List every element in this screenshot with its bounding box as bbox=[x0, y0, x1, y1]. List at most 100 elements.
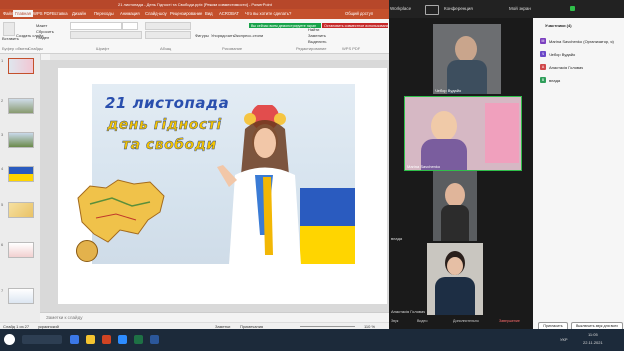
girl-photo bbox=[217, 105, 301, 265]
section-button[interactable]: Раздел bbox=[36, 35, 49, 40]
clock-date[interactable]: 22.11.2021 bbox=[583, 340, 603, 345]
explorer-icon[interactable] bbox=[86, 335, 95, 344]
participant-face bbox=[455, 36, 477, 62]
slide-thumbnails-pane[interactable]: 1 2 3 4 5 6 7 bbox=[0, 54, 41, 329]
clock-time[interactable]: 11:05 bbox=[588, 332, 598, 337]
participants-panel: Участники (4) M Marina Savchenko (Органи… bbox=[533, 18, 624, 329]
participant-face bbox=[431, 111, 457, 141]
ukraine-map-illustration bbox=[77, 179, 165, 243]
language-indicator[interactable]: УКР bbox=[560, 337, 568, 342]
tile-name-outside: Анастасія Головач bbox=[391, 309, 426, 314]
share-button[interactable]: Общий доступ bbox=[345, 11, 373, 16]
zoom-icon[interactable] bbox=[118, 335, 127, 344]
tab-insert[interactable]: Вставка bbox=[52, 11, 68, 16]
wps-group-label: WPS PDF bbox=[342, 46, 361, 51]
slide-title-line3: та свободи bbox=[122, 137, 217, 153]
tell-me-input[interactable]: Что вы хотите сделать? bbox=[245, 11, 291, 16]
tab-view[interactable]: Вид bbox=[205, 11, 213, 16]
tab-home[interactable]: Главная bbox=[13, 10, 33, 17]
font-format-buttons[interactable] bbox=[70, 31, 142, 39]
tab-animation[interactable]: Анимация bbox=[120, 11, 140, 16]
thumb-number: 2 bbox=[1, 98, 4, 103]
audio-button[interactable]: Звук bbox=[391, 319, 398, 323]
participant-name[interactable]: Marina Savchenko (Организатор, я) bbox=[549, 39, 614, 44]
layout-button[interactable]: Макет bbox=[36, 23, 47, 28]
thumb-number: 1 bbox=[1, 58, 4, 63]
tab-transitions[interactable]: Переходы bbox=[94, 11, 114, 16]
video-tile[interactable] bbox=[433, 171, 477, 241]
participant-face bbox=[447, 257, 463, 275]
zoom-top-bar: Workplace Конференция Мой экран bbox=[389, 0, 624, 18]
tab-acrobat[interactable]: ACROBAT bbox=[219, 11, 239, 16]
tile-name-outside: влада bbox=[391, 236, 403, 241]
slide-thumbnail[interactable] bbox=[8, 58, 34, 74]
browser-icon[interactable] bbox=[70, 335, 79, 344]
participant-name[interactable]: Анастасія Головач bbox=[549, 65, 583, 70]
replace-button[interactable]: Заменить bbox=[308, 33, 326, 38]
avatar: В bbox=[540, 77, 546, 83]
participants-title: Участники (4) bbox=[545, 23, 572, 28]
video-tile[interactable]: Чебор Вудайо bbox=[433, 24, 501, 94]
tab-slideshow[interactable]: Слайд-шоу bbox=[145, 11, 167, 16]
thumb-number: 6 bbox=[1, 242, 4, 247]
thumb-number: 3 bbox=[1, 132, 4, 137]
participant-face bbox=[445, 183, 465, 207]
tile-name: Marina Savchenko bbox=[407, 164, 441, 169]
background-wall bbox=[485, 103, 519, 163]
video-tile[interactable] bbox=[427, 243, 483, 315]
tab-review[interactable]: Рецензирование bbox=[170, 11, 202, 16]
powerpoint-title-bar: 21 листопада - День Гідності та Свободи.… bbox=[0, 0, 389, 9]
excel-icon[interactable] bbox=[134, 335, 143, 344]
more-button[interactable]: Дополнительно bbox=[453, 319, 479, 323]
font-group-label: Шрифт bbox=[96, 46, 110, 51]
slide-thumbnail[interactable] bbox=[8, 242, 34, 258]
tab-file[interactable]: Файл bbox=[3, 11, 13, 16]
slide-thumbnail[interactable] bbox=[8, 132, 34, 148]
arrange-button[interactable]: Упорядочить bbox=[211, 33, 235, 38]
participant-name[interactable]: влада bbox=[549, 78, 560, 83]
notes-placeholder: Заметки к слайду bbox=[46, 315, 83, 320]
screen-share-banner: Вы сейчас всем демонстрируете экран bbox=[249, 23, 321, 28]
word-icon[interactable] bbox=[150, 335, 159, 344]
paste-icon[interactable] bbox=[3, 22, 15, 36]
reset-button[interactable]: Сбросить bbox=[36, 29, 54, 34]
video-tile-active-speaker[interactable]: Marina Savchenko bbox=[404, 96, 522, 171]
end-button[interactable]: Завершение bbox=[499, 319, 520, 323]
select-button[interactable]: Выделить bbox=[308, 39, 326, 44]
tab-design[interactable]: Дизайн bbox=[72, 11, 86, 16]
zoom-brand: Workplace bbox=[390, 6, 412, 11]
font-family-select[interactable] bbox=[70, 22, 122, 30]
start-icon[interactable] bbox=[4, 334, 15, 345]
ribbon-tabs: Файл Главная WPS PDF Вставка Дизайн Пере… bbox=[0, 9, 389, 19]
thumb-number: 7 bbox=[1, 288, 4, 293]
drawing-group-label: Рисование bbox=[222, 46, 243, 51]
search-box[interactable] bbox=[22, 335, 62, 344]
slide-thumbnail[interactable] bbox=[8, 288, 34, 304]
font-size-select[interactable] bbox=[122, 22, 138, 30]
stop-share-button[interactable]: Остановить совместное использование bbox=[322, 23, 390, 28]
clipboard-group-label: Буфер обмена bbox=[2, 46, 30, 51]
zoom-slider[interactable] bbox=[300, 326, 355, 327]
thumb-number: 5 bbox=[1, 202, 4, 207]
tab-wps-pdf[interactable]: WPS PDF bbox=[33, 11, 52, 16]
slide-thumbnail[interactable] bbox=[8, 166, 34, 182]
meeting-controls: Звук Видео Дополнительно Завершение bbox=[389, 318, 533, 329]
editing-group-label: Редактирование bbox=[296, 46, 327, 51]
tile-name: Чебор Вудайо bbox=[435, 88, 462, 93]
participant-body bbox=[441, 205, 469, 241]
slide-thumbnail[interactable] bbox=[8, 98, 34, 114]
figures-button[interactable]: Фигуры bbox=[195, 33, 209, 38]
align-buttons[interactable] bbox=[145, 31, 191, 39]
avatar: Ч bbox=[540, 51, 546, 57]
slide-title-line2: день гідності bbox=[107, 117, 222, 133]
avatar: M bbox=[540, 38, 546, 44]
list-buttons[interactable] bbox=[145, 22, 191, 30]
my-screen-button[interactable]: Мой экран bbox=[509, 6, 531, 11]
powerpoint-icon[interactable] bbox=[102, 335, 111, 344]
slides-group-label: Слайды bbox=[28, 46, 43, 51]
slide-thumbnail[interactable] bbox=[8, 202, 34, 218]
participant-name[interactable]: Чебор Вудайо bbox=[549, 52, 575, 57]
conference-tab[interactable]: Конференция bbox=[444, 6, 473, 11]
video-button[interactable]: Видео bbox=[417, 319, 428, 323]
quick-styles-button[interactable]: Экспресс-стили bbox=[234, 33, 263, 38]
